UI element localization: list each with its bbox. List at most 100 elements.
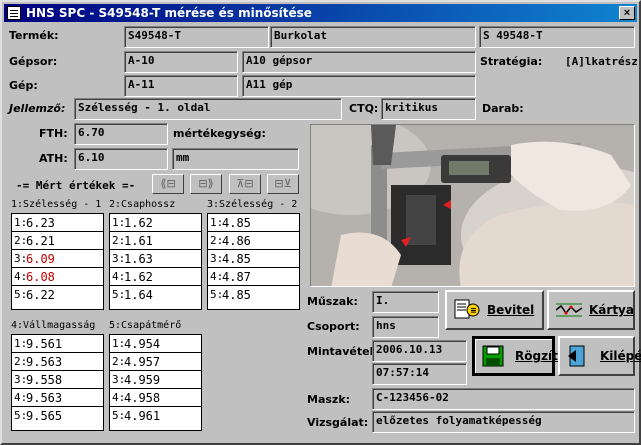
measured-value[interactable]: 4.959 (124, 371, 160, 389)
gepsor-name-field[interactable]: A10 gépsor (242, 51, 476, 73)
vizsgalat-field[interactable]: előzetes folyamatképesség (372, 411, 635, 433)
table-row[interactable]: 2: 4.957 (110, 353, 201, 371)
measured-value[interactable]: 9.565 (26, 407, 62, 425)
mintavetel-label: Mintavétel: (307, 345, 378, 358)
table-row[interactable]: 5: 1.64 (110, 286, 201, 304)
vizsgalat-label: Vizsgálat: (307, 416, 369, 429)
jellemzo-field[interactable]: Szélesség - 1. oldal (74, 98, 342, 120)
measured-value[interactable]: 9.563 (26, 389, 62, 407)
table-row[interactable]: 4: 6.08 (12, 268, 103, 286)
table-row[interactable]: 1: 1.62 (110, 214, 201, 232)
measured-value[interactable]: 9.563 (26, 353, 62, 371)
table-row[interactable]: 3: 6.09 (12, 250, 103, 268)
table-1-title: 1:Szélesség - 1 (11, 199, 102, 210)
measurement-photo (310, 124, 635, 287)
measured-value[interactable]: 1.62 (124, 214, 153, 232)
nav-up-button[interactable]: ⊼⊟ (229, 174, 261, 194)
table-row[interactable]: 1: 6.23 (12, 214, 103, 232)
close-button[interactable]: × (619, 6, 635, 20)
measured-value[interactable]: 4.958 (124, 389, 160, 407)
table-row[interactable]: 2: 6.21 (12, 232, 103, 250)
ath-label: ATH: (39, 152, 68, 165)
table-row[interactable]: 1: 4.954 (110, 335, 201, 353)
measured-value[interactable]: 4.954 (124, 335, 160, 353)
table-row[interactable]: 3: 4.85 (208, 250, 299, 268)
main-window: HNS SPC - S49548-T mérése és minősítése … (0, 0, 641, 445)
measured-value[interactable]: 1.64 (124, 286, 153, 304)
table-row[interactable]: 4: 9.563 (12, 389, 103, 407)
gep-label: Gép: (9, 79, 38, 92)
table-row[interactable]: 3: 4.959 (110, 371, 201, 389)
termek-name-field[interactable]: Burkolat (270, 26, 476, 48)
out-of-tolerance-value[interactable]: 6.08 (26, 268, 55, 286)
table-3-title: 3:Szélesség - 2 (207, 199, 298, 210)
table-row[interactable]: 1: 4.85 (208, 214, 299, 232)
termek-code-field[interactable]: S49548-T (124, 26, 269, 48)
table-row[interactable]: 5: 4.85 (208, 286, 299, 304)
measured-value[interactable]: 9.558 (26, 371, 62, 389)
strategia-label: Stratégia: (480, 55, 543, 68)
fth-label: FTH: (39, 127, 68, 140)
nav-down-button[interactable]: ⊟⊻ (267, 174, 299, 194)
table-row[interactable]: 5: 6.22 (12, 286, 103, 304)
gep-code-field[interactable]: A-11 (124, 75, 238, 97)
jellemzo-label: Jellemző: (9, 102, 66, 115)
measured-value[interactable]: 4.87 (222, 268, 251, 286)
measured-value[interactable]: 4.957 (124, 353, 160, 371)
caliper-photo-image (311, 125, 634, 286)
table-row[interactable]: 4: 1.62 (110, 268, 201, 286)
measured-value[interactable]: 1.62 (124, 268, 153, 286)
measured-value[interactable]: 1.61 (124, 232, 153, 250)
date-field[interactable]: 2006.10.13 (372, 340, 467, 362)
table-row[interactable]: 2: 1.61 (110, 232, 201, 250)
table-row[interactable]: 3: 1.63 (110, 250, 201, 268)
measured-value[interactable]: 6.22 (26, 286, 55, 304)
table-4-title: 4:Vállmagasság (11, 320, 96, 331)
time-field[interactable]: 07:57:14 (372, 363, 467, 385)
measured-value[interactable]: 9.561 (26, 335, 62, 353)
muszak-field[interactable]: I. (372, 291, 439, 313)
maszk-field[interactable]: C-123456-02 (372, 388, 635, 410)
table-row[interactable]: 2: 9.563 (12, 353, 103, 371)
measured-value[interactable]: 4.961 (124, 407, 160, 425)
measured-value[interactable]: 4.85 (222, 286, 251, 304)
csoport-field[interactable]: hns (372, 316, 439, 338)
table-row[interactable]: 1: 9.561 (12, 335, 103, 353)
muszak-label: Műszak: (307, 295, 358, 308)
measured-value[interactable]: 4.86 (222, 232, 251, 250)
table-row[interactable]: 2: 4.86 (208, 232, 299, 250)
kilepes-button[interactable]: Kilépés (558, 336, 641, 376)
measured-value[interactable]: 6.21 (26, 232, 55, 250)
unit-field[interactable]: mm (172, 148, 299, 170)
darab-label: Darab: (482, 102, 524, 115)
ath-field[interactable]: 6.10 (74, 148, 168, 170)
nav-last-button[interactable]: ⊟⟫ (190, 174, 222, 194)
bevitel-button[interactable]: ≡ Bevitel (445, 290, 544, 330)
table-row[interactable]: 3: 9.558 (12, 371, 103, 389)
measured-value[interactable]: 6.23 (26, 214, 55, 232)
measured-value[interactable]: 4.85 (222, 250, 251, 268)
kartya-button[interactable]: Kártya (547, 290, 635, 330)
table-row[interactable]: 5: 9.565 (12, 407, 103, 425)
unit-label: mértékegység: (173, 127, 266, 140)
table-row[interactable]: 4: 4.958 (110, 389, 201, 407)
ctq-field[interactable]: kritikus (381, 98, 476, 120)
exit-door-icon (566, 344, 594, 368)
nav-first-button[interactable]: ⟪⊟ (152, 174, 184, 194)
out-of-tolerance-value[interactable]: 6.09 (26, 250, 55, 268)
table-row[interactable]: 4: 4.87 (208, 268, 299, 286)
table-row[interactable]: 5: 4.961 (110, 407, 201, 425)
measured-value[interactable]: 4.85 (222, 214, 251, 232)
table-2: 1: 1.62 2: 1.61 3: 1.63 4: 1.62 5: 1.64 (109, 213, 202, 310)
measured-value[interactable]: 1.63 (124, 250, 153, 268)
strategia-value: [A]lkatrész (565, 55, 638, 68)
fth-field[interactable]: 6.70 (74, 123, 168, 145)
termek-id-field[interactable]: S 49548-T (479, 26, 635, 48)
rogzites-button[interactable]: Rögzítés (472, 336, 573, 376)
gep-name-field[interactable]: A11 gép (242, 75, 476, 97)
kilepes-button-label: Kilépés (600, 349, 641, 363)
maszk-label: Maszk: (307, 393, 351, 406)
bevitel-button-label: Bevitel (487, 303, 535, 317)
termek-label: Termék: (9, 29, 59, 42)
gepsor-code-field[interactable]: A-10 (124, 51, 238, 73)
